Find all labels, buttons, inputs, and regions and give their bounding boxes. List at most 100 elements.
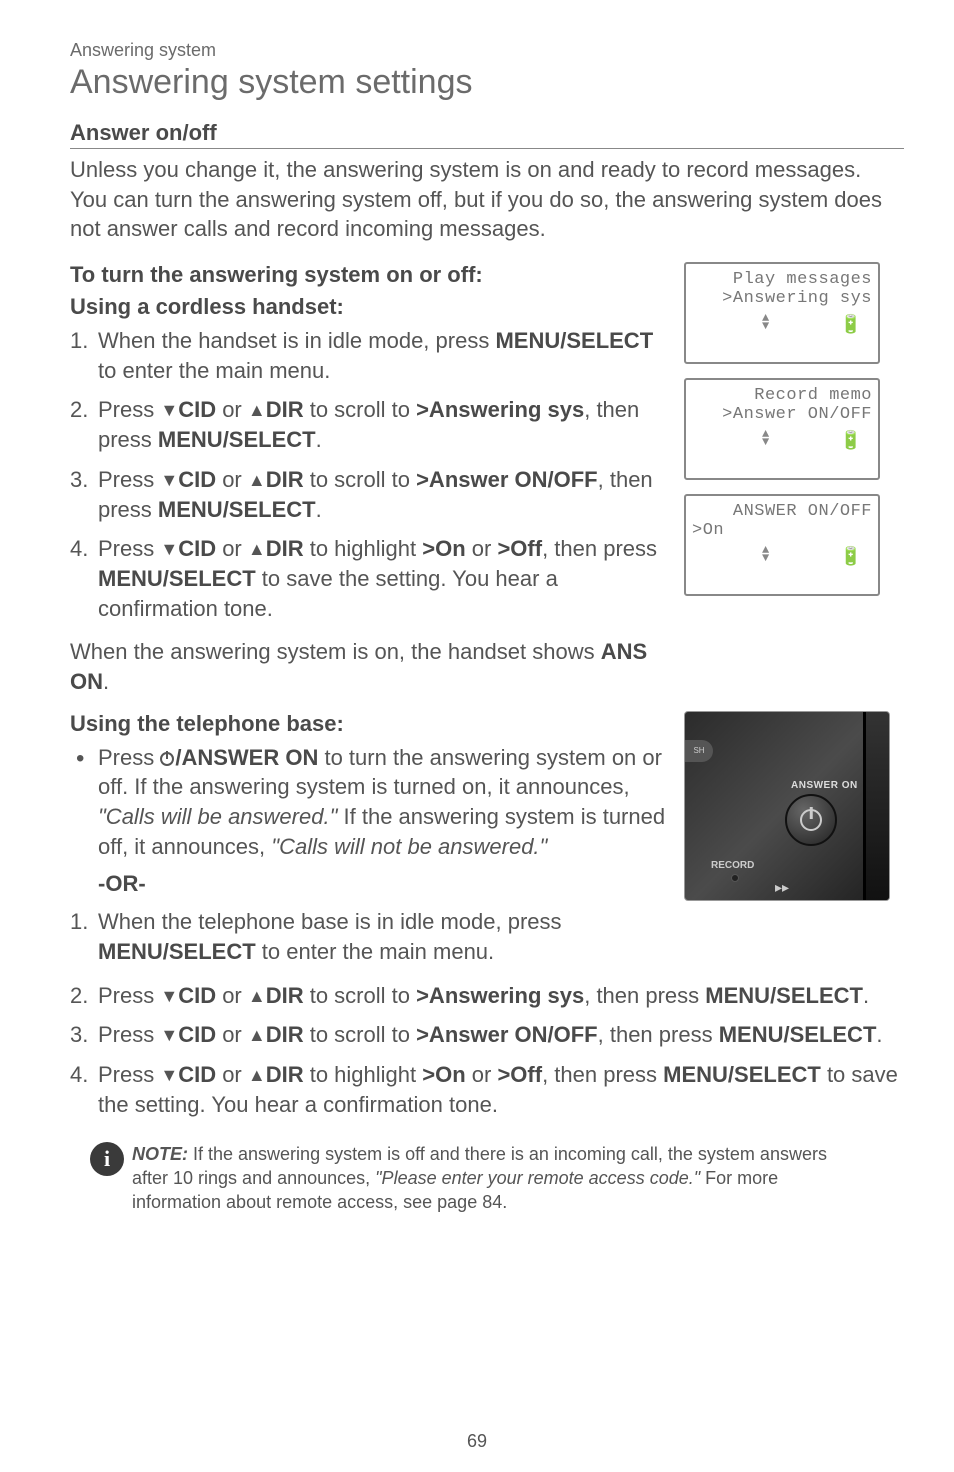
cid-label: CID <box>178 467 216 492</box>
quote: "Calls will be answered." <box>98 804 337 829</box>
key-menu-select: MENU/SELECT <box>719 1022 877 1047</box>
text: . <box>316 497 322 522</box>
text: or <box>216 1062 248 1087</box>
text: or <box>466 536 498 561</box>
note-block: i NOTE: If the answering system is off a… <box>70 1142 904 1215</box>
handset-step-4: Press ▼CID or ▲DIR to highlight >On or >… <box>70 534 670 623</box>
procedure-heading: To turn the answering system on or off: <box>70 262 670 288</box>
dir-label: DIR <box>266 397 304 422</box>
power-icon <box>160 752 174 766</box>
text: , then press <box>542 536 657 561</box>
text: to scroll to <box>304 983 416 1008</box>
lcd-line: Record memo <box>692 386 872 405</box>
base-bullet-list: Press /ANSWER ON to turn the answering s… <box>70 743 670 862</box>
text: , then press <box>542 1062 663 1087</box>
text: or <box>216 467 248 492</box>
text: . <box>316 427 322 452</box>
text: or <box>216 536 248 561</box>
battery-icon: 🔋 <box>840 314 862 336</box>
cid-label: CID <box>178 536 216 561</box>
up-triangle-icon: ▲ <box>248 398 266 422</box>
key-menu-select: MENU/SELECT <box>98 939 256 964</box>
fastforward-icon: ▸▸ <box>775 879 789 896</box>
cid-label: CID <box>178 1022 216 1047</box>
info-icon: i <box>90 1142 124 1176</box>
text: . <box>863 983 869 1008</box>
battery-icon: 🔋 <box>840 430 862 452</box>
menu-target: >Answer ON/OFF <box>416 1022 598 1047</box>
down-triangle-icon: ▼ <box>160 537 178 561</box>
lcd-line: >Answer ON/OFF <box>692 405 872 424</box>
handset-step-2: Press ▼CID or ▲DIR to scroll to >Answeri… <box>70 395 670 454</box>
text: to highlight <box>304 1062 423 1087</box>
text: Press <box>98 983 160 1008</box>
text: Press <box>98 467 160 492</box>
up-triangle-icon: ▲ <box>248 1063 266 1087</box>
cid-label: CID <box>178 397 216 422</box>
quote: "Please enter your remote access code." <box>375 1168 700 1188</box>
base-edge <box>863 712 889 900</box>
key-menu-select: MENU/SELECT <box>98 566 256 591</box>
page-title: Answering system settings <box>70 63 904 102</box>
text: When the answering system is on, the han… <box>70 639 601 664</box>
down-triangle-icon: ▼ <box>160 1023 178 1047</box>
text: to enter the main menu. <box>98 358 330 383</box>
text: Press <box>98 1062 160 1087</box>
updown-icon: ▲▼ <box>762 430 769 452</box>
page-number: 69 <box>0 1431 954 1452</box>
text: to scroll to <box>304 397 416 422</box>
handset-steps: When the handset is in idle mode, press … <box>70 326 670 623</box>
off-option: >Off <box>497 1062 542 1087</box>
telephone-base-image: SH ANSWER ON RECORD ▸▸ <box>684 711 890 901</box>
section-heading: Answer on/off <box>70 120 904 149</box>
lcd-line: >Answering sys <box>692 289 872 308</box>
key-menu-select: MENU/SELECT <box>705 983 863 1008</box>
or-separator: -OR- <box>70 871 670 897</box>
text: Press <box>98 536 160 561</box>
base-tab: SH <box>685 740 713 762</box>
text: to scroll to <box>304 467 416 492</box>
lcd-line: ANSWER ON/OFF <box>692 502 872 521</box>
up-triangle-icon: ▲ <box>248 1023 266 1047</box>
lcd-line: >On <box>692 521 872 540</box>
menu-target: >Answer ON/OFF <box>416 467 598 492</box>
updown-icon: ▲▼ <box>762 546 769 568</box>
lcd-screen-2: Record memo >Answer ON/OFF ▲▼ 🔋 <box>684 378 880 480</box>
lcd-screen-1: Play messages >Answering sys ▲▼ 🔋 <box>684 262 880 364</box>
cid-label: CID <box>178 1062 216 1087</box>
text: or <box>466 1062 498 1087</box>
handset-result: When the answering system is on, the han… <box>70 637 670 696</box>
power-icon <box>800 809 822 831</box>
base-step-4: Press ▼CID or ▲DIR to highlight >On or >… <box>70 1060 904 1119</box>
up-triangle-icon: ▲ <box>248 537 266 561</box>
text: to highlight <box>304 536 423 561</box>
text: to scroll to <box>304 1022 416 1047</box>
cid-label: CID <box>178 983 216 1008</box>
section-intro: Unless you change it, the answering syst… <box>70 155 890 244</box>
on-option: >On <box>422 536 465 561</box>
text: or <box>216 397 248 422</box>
record-dot-icon <box>731 874 739 882</box>
key-menu-select: MENU/SELECT <box>663 1062 821 1087</box>
lcd-line: Play messages <box>692 270 872 289</box>
key-menu-select: MENU/SELECT <box>158 427 316 452</box>
up-triangle-icon: ▲ <box>248 468 266 492</box>
text: or <box>216 983 248 1008</box>
dir-label: DIR <box>266 1022 304 1047</box>
text: Press <box>98 1022 160 1047</box>
text: Press <box>98 397 160 422</box>
down-triangle-icon: ▼ <box>160 468 178 492</box>
note-label: NOTE: <box>132 1144 188 1164</box>
dir-label: DIR <box>266 467 304 492</box>
battery-icon: 🔋 <box>840 546 862 568</box>
dir-label: DIR <box>266 983 304 1008</box>
on-option: >On <box>422 1062 465 1087</box>
base-step-3: Press ▼CID or ▲DIR to scroll to >Answer … <box>70 1020 904 1050</box>
up-triangle-icon: ▲ <box>248 984 266 1008</box>
off-option: >Off <box>497 536 542 561</box>
answer-on-key: /ANSWER ON <box>160 745 318 770</box>
menu-target: >Answering sys <box>416 983 584 1008</box>
base-bullet: Press /ANSWER ON to turn the answering s… <box>70 743 670 862</box>
handset-step-1: When the handset is in idle mode, press … <box>70 326 670 385</box>
quote: "Calls will not be answered." <box>271 834 547 859</box>
